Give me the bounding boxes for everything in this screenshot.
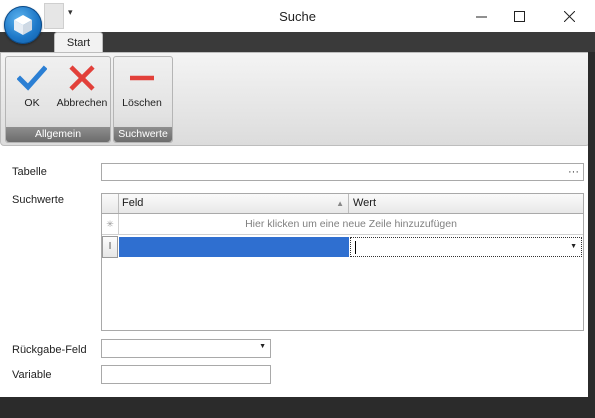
new-row-text: Hier klicken um eine neue Zeile hinzuzuf…: [245, 218, 457, 230]
column-header-feld[interactable]: Feld ▲: [119, 194, 349, 213]
close-button[interactable]: [546, 0, 592, 32]
column-feld-label: Feld: [122, 197, 144, 209]
delete-label: Löschen: [122, 97, 162, 109]
variable-input[interactable]: [101, 365, 271, 384]
new-row-icon: ✳: [102, 214, 119, 234]
ok-label: OK: [24, 97, 40, 109]
minimize-icon: [475, 16, 487, 17]
edit-row-icon: I: [102, 236, 118, 258]
browse-button[interactable]: ···: [568, 164, 579, 180]
column-wert-label: Wert: [353, 197, 377, 209]
rueckgabe-combo[interactable]: ▼: [101, 339, 271, 358]
cancel-label: Abbrechen: [56, 97, 108, 109]
title-bar: ▾ Suche: [0, 0, 595, 32]
column-header-wert[interactable]: Wert: [350, 194, 583, 213]
cancel-button[interactable]: Abbrechen: [56, 59, 108, 123]
delete-button[interactable]: Löschen: [118, 59, 166, 123]
ok-button[interactable]: OK: [8, 59, 56, 123]
cube-icon: [14, 15, 32, 35]
group-label-suchwerte: Suchwerte: [114, 127, 172, 142]
tabelle-input[interactable]: ···: [101, 163, 584, 181]
sort-ascending-icon: ▲: [336, 199, 344, 208]
maximize-icon: [513, 10, 525, 22]
bottom-bar: [0, 397, 595, 418]
rueckgabe-label: Rückgabe-Feld: [12, 344, 87, 356]
maximize-button[interactable]: [496, 0, 542, 32]
grid-header: Feld ▲ Wert: [102, 194, 583, 214]
tab-start[interactable]: Start: [54, 32, 103, 54]
cell-feld[interactable]: [119, 237, 349, 257]
new-row[interactable]: ✳ Hier klicken um eine neue Zeile hinzuz…: [102, 214, 583, 235]
ribbon-group-suchwerte: Löschen Suchwerte: [113, 56, 173, 143]
tabelle-label: Tabelle: [12, 166, 47, 178]
ribbon: OK Abbrechen Allgemein Löschen Suchwerte: [0, 52, 590, 146]
chevron-down-icon[interactable]: ▼: [259, 343, 266, 350]
window-edge: [588, 52, 595, 397]
application-menu-button[interactable]: [4, 6, 42, 44]
ribbon-group-allgemein: OK Abbrechen Allgemein: [5, 56, 111, 143]
table-row[interactable]: I ▼: [102, 236, 583, 258]
variable-label: Variable: [12, 369, 52, 381]
suchwerte-grid[interactable]: Feld ▲ Wert ✳ Hier klicken um eine neue …: [101, 193, 584, 331]
checkmark-icon: [17, 65, 47, 91]
chevron-down-icon[interactable]: ▼: [570, 243, 577, 250]
minus-icon: [130, 75, 154, 81]
close-icon: [563, 10, 575, 22]
group-label-allgemein: Allgemein: [6, 127, 110, 142]
cell-wert-combo[interactable]: ▼: [350, 237, 582, 257]
row-selector-header: [102, 194, 119, 213]
text-caret: [355, 241, 356, 254]
cross-icon: [69, 65, 95, 91]
suchwerte-label: Suchwerte: [12, 194, 64, 206]
